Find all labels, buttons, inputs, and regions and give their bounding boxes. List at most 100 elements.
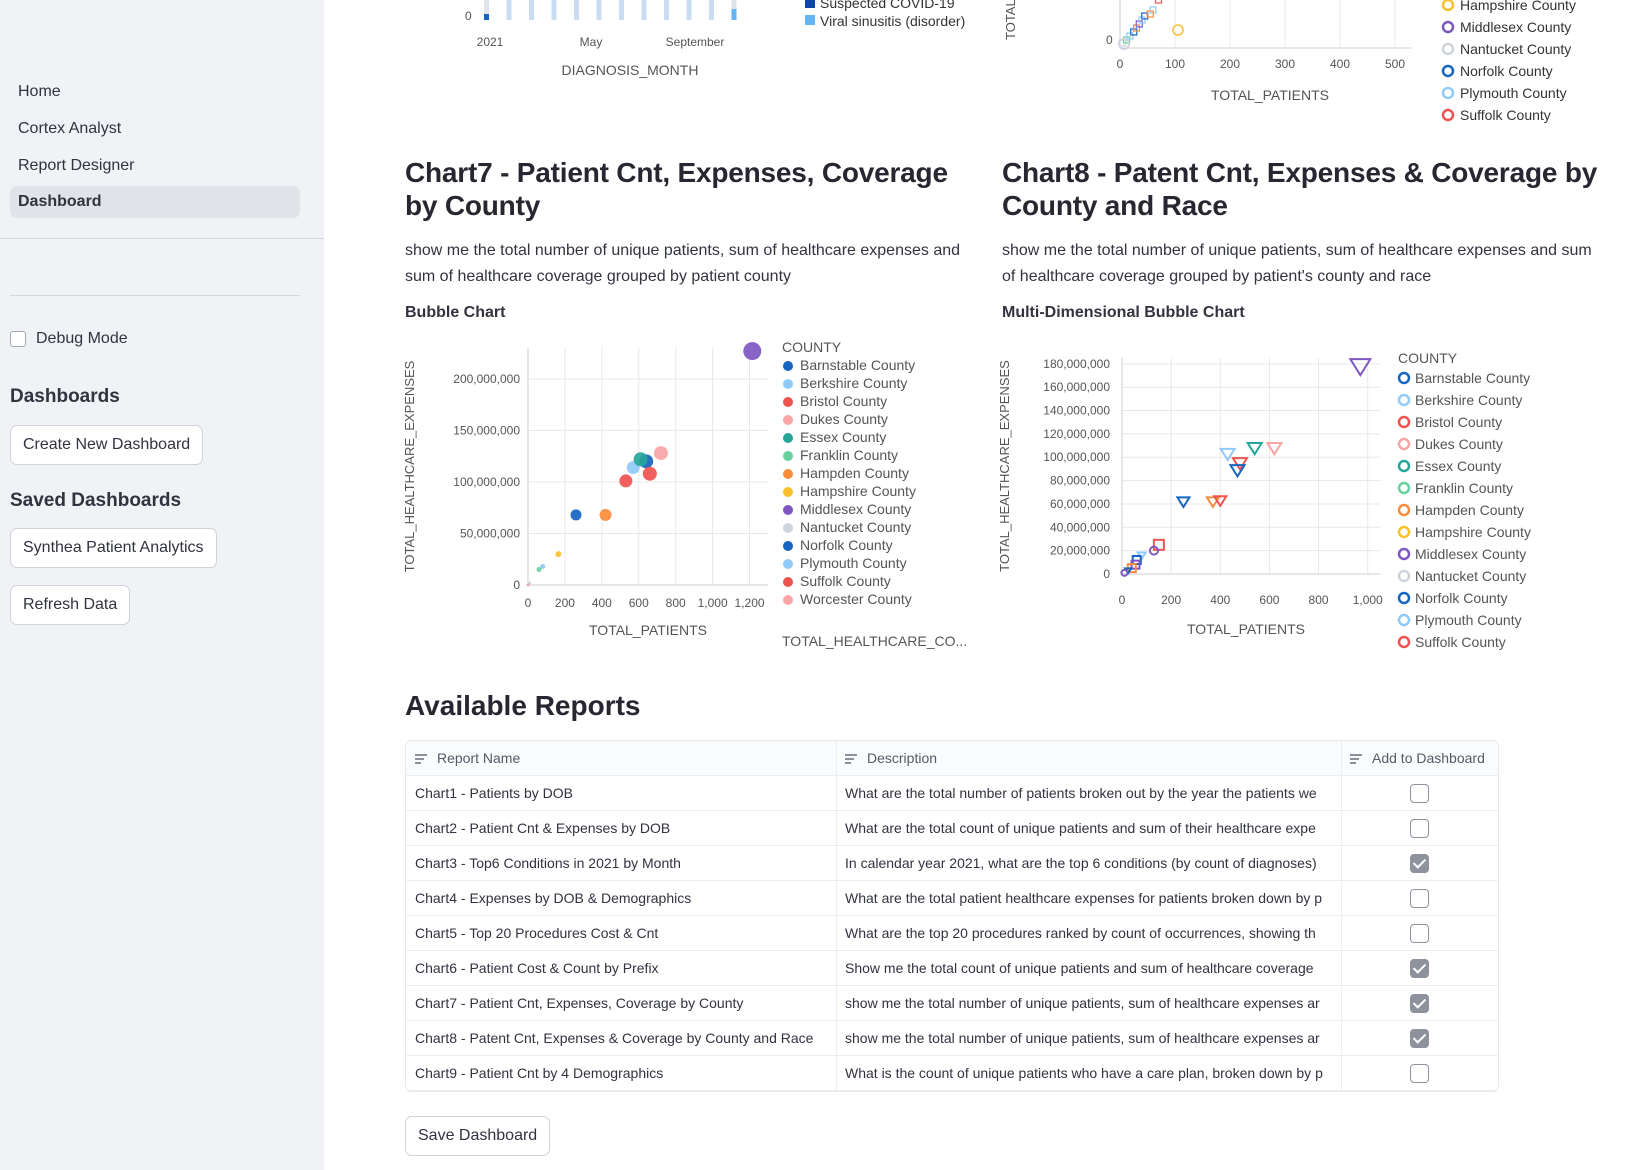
report-name-cell[interactable]: Chart8 - Patent Cnt, Expenses & Coverage… (406, 1021, 836, 1056)
create-dashboard-button[interactable]: Create New Dashboard (10, 425, 204, 465)
legend-marker (783, 505, 793, 515)
add-to-dashboard-checkbox[interactable] (1410, 889, 1429, 908)
y-axis-label: TOTAL (1003, 0, 1018, 40)
report-description-cell[interactable]: show me the total number of unique patie… (836, 986, 1341, 1021)
x-axis-label: TOTAL_PATIENTS (589, 622, 707, 638)
y-tick-label: 0 (465, 9, 472, 23)
legend-label: Barnstable County (800, 357, 915, 373)
y-tick-label: 100,000,000 (1043, 450, 1110, 464)
data-point (1175, 496, 1192, 509)
nav-dashboard[interactable]: Dashboard (10, 186, 300, 218)
bubble (599, 508, 612, 521)
dashboards-heading: Dashboards (10, 386, 120, 407)
x-tick-label: 400 (592, 596, 612, 610)
legend-marker (783, 397, 793, 407)
saved-dashboard-button[interactable]: Synthea Patient Analytics (10, 528, 217, 568)
legend-marker (783, 415, 793, 425)
report-name-cell[interactable]: Chart4 - Expenses by DOB & Demographics (406, 881, 836, 916)
bar (709, 0, 714, 20)
debug-mode-checkbox[interactable]: Debug Mode (10, 330, 128, 348)
refresh-data-button[interactable]: Refresh Data (10, 585, 131, 625)
column-header-description[interactable]: Description (836, 741, 1341, 776)
table-row: Chart7 - Patient Cnt, Expenses, Coverage… (406, 986, 1498, 1021)
add-to-dashboard-checkbox[interactable] (1410, 1029, 1429, 1048)
legend-label: Norfolk County (800, 537, 893, 553)
table-row: Chart3 - Top6 Conditions in 2021 by Mont… (406, 846, 1498, 881)
save-dashboard-button[interactable]: Save Dashboard (405, 1116, 551, 1156)
legend-swatch (805, 15, 815, 25)
x-tick-label: 600 (629, 596, 649, 610)
legend-marker (783, 451, 793, 461)
column-header-label: Add to Dashboard (1372, 750, 1485, 766)
bar (574, 0, 579, 20)
legend-title: COUNTY (1398, 350, 1458, 366)
add-to-dashboard-checkbox[interactable] (1410, 994, 1429, 1013)
checkbox-box[interactable] (10, 331, 26, 347)
report-name-cell[interactable]: Chart7 - Patient Cnt, Expenses, Coverage… (406, 986, 836, 1021)
legend-label: Worcester County (800, 591, 912, 607)
report-description-cell[interactable]: Show me the total count of unique patien… (836, 951, 1341, 986)
report-description-cell[interactable]: What are the total count of unique patie… (836, 811, 1341, 846)
add-to-dashboard-checkbox[interactable] (1410, 1064, 1429, 1083)
legend-label: Middlesex County (1415, 546, 1526, 562)
report-name-cell[interactable]: Chart2 - Patient Cnt & Expenses by DOB (406, 811, 836, 846)
legend-marker (1397, 613, 1411, 627)
report-name-cell[interactable]: Chart9 - Patient Cnt by 4 Demographics (406, 1056, 836, 1091)
bubble (743, 342, 762, 361)
report-description-cell[interactable]: What is the count of unique patients who… (836, 1056, 1341, 1091)
reports-table: Report Name Description Add to Dashboard… (405, 740, 1499, 1092)
table-row: Chart4 - Expenses by DOB & Demographics W… (406, 881, 1498, 916)
sidebar-divider (10, 295, 300, 296)
x-tick-label: 200 (555, 596, 575, 610)
data-point (1154, 0, 1163, 4)
table-row: Chart1 - Patients by DOB What are the tot… (406, 776, 1498, 811)
column-menu-icon (1350, 754, 1364, 764)
debug-mode-label: Debug Mode (36, 330, 128, 347)
add-to-dashboard-checkbox[interactable] (1410, 784, 1429, 803)
legend-marker (783, 469, 793, 479)
y-tick-label: 120,000,000 (1043, 427, 1110, 441)
nav-cortex-analyst[interactable]: Cortex Analyst (10, 113, 300, 145)
column-header-add-to-dashboard[interactable]: Add to Dashboard (1341, 741, 1498, 776)
report-description-cell[interactable]: In calendar year 2021, what are the top … (836, 846, 1341, 881)
legend-label: Franklin County (1415, 480, 1513, 496)
legend-label: Hampshire County (1460, 0, 1576, 13)
x-tick-label: 300 (1275, 57, 1295, 71)
report-description-cell[interactable]: show me the total number of unique patie… (836, 1021, 1341, 1056)
add-to-dashboard-checkbox[interactable] (1410, 854, 1429, 873)
add-to-dashboard-checkbox[interactable] (1410, 819, 1429, 838)
y-tick-label: 0 (1103, 567, 1110, 581)
sidebar-divider (0, 238, 324, 239)
bar (551, 0, 557, 20)
partial-scatter-chart: TOTAL 0 0 100 200 300 400 500 TOTAL_PATIENTS … (1003, 0, 1576, 123)
report-name-cell[interactable]: Chart3 - Top6 Conditions in 2021 by Mont… (406, 846, 836, 881)
bubble (570, 509, 582, 521)
column-header-report-name[interactable]: Report Name (406, 741, 836, 776)
x-tick-label: 0 (1117, 57, 1124, 71)
x-tick-label: 500 (1385, 57, 1405, 71)
nav-report-designer[interactable]: Report Designer (10, 150, 300, 182)
chart7-subtitle: Bubble Chart (405, 304, 506, 321)
add-to-dashboard-checkbox[interactable] (1410, 924, 1429, 943)
nav-home[interactable]: Home (10, 76, 300, 108)
x-tick-label: 100 (1165, 57, 1185, 71)
legend-label: Nantucket County (1415, 568, 1526, 584)
bubble (642, 466, 657, 481)
report-name-cell[interactable]: Chart5 - Top 20 Procedures Cost & Cnt (406, 916, 836, 951)
x-tick-label: September (666, 35, 725, 49)
legend-label: Viral sinusitis (disorder) (820, 13, 965, 29)
report-description-cell[interactable]: What are the top 20 procedures ranked by… (836, 916, 1341, 951)
report-name-cell[interactable]: Chart6 - Patient Cost & Count by Prefix (406, 951, 836, 986)
data-point (1231, 457, 1249, 472)
x-tick-label: 0 (1119, 593, 1126, 607)
legend-label: Plymouth County (1460, 85, 1567, 101)
add-to-dashboard-checkbox[interactable] (1410, 959, 1429, 978)
legend-marker (1397, 415, 1411, 429)
report-description-cell[interactable]: What are the total number of patients br… (836, 776, 1341, 811)
column-menu-icon (845, 754, 859, 764)
legend-marker (783, 595, 793, 605)
legend-marker (1441, 64, 1455, 78)
report-name-cell[interactable]: Chart1 - Patients by DOB (406, 776, 836, 811)
legend-marker (783, 379, 793, 389)
report-description-cell[interactable]: What are the total patient healthcare ex… (836, 881, 1341, 916)
